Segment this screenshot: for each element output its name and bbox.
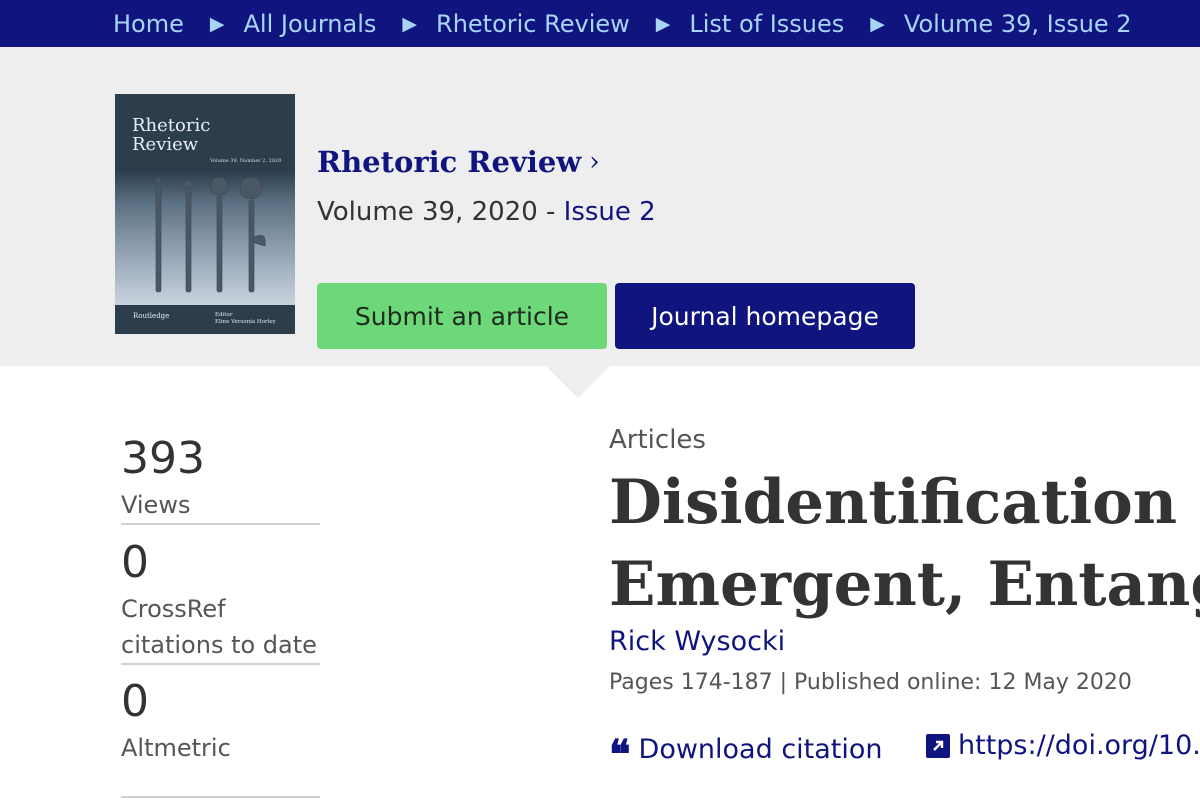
submit-article-button[interactable]: Submit an article (317, 283, 607, 349)
journal-title-link[interactable]: Rhetoric Review › (317, 145, 600, 179)
chevron-right-icon: › (589, 147, 600, 177)
metric-crossref: 0 CrossRef citations to date (121, 541, 320, 663)
metric-label: CrossRef citations to date (121, 595, 317, 659)
external-link-icon (926, 733, 950, 758)
breadcrumb-list-of-issues[interactable]: List of Issues (689, 10, 844, 38)
metric-value: 0 (121, 676, 149, 727)
publication-info: Pages 174-187 | Published online: 12 May… (609, 670, 1132, 695)
breadcrumb-home[interactable]: Home (113, 10, 184, 38)
cover-editor: Editor Eline Versonia Horley (215, 312, 276, 325)
metric-value: 0 (121, 537, 149, 588)
breadcrumb-separator-icon: ▶ (209, 12, 225, 35)
breadcrumb-separator-icon: ▶ (870, 12, 885, 35)
breadcrumb-separator-icon: ▶ (655, 12, 671, 35)
breadcrumb-current-issue[interactable]: Volume 39, Issue 2 (904, 10, 1132, 38)
metric-value: 393 (121, 433, 205, 484)
article-title: Disidentification a Emergent, Entangl (609, 467, 1200, 620)
breadcrumb-separator-icon: ▶ (402, 12, 418, 35)
breadcrumb-journal[interactable]: Rhetoric Review (436, 10, 630, 38)
author-link[interactable]: Rick Wysocki (609, 626, 785, 657)
breadcrumb: Home ▶ All Journals ▶ Rhetoric Review ▶ … (0, 0, 1200, 47)
cover-artwork (153, 178, 266, 293)
journal-header: Rhetoric Review Volume 39, Number 2, 202… (0, 47, 1200, 366)
metric-label: Altmetric (121, 734, 231, 762)
journal-homepage-button[interactable]: Journal homepage (615, 283, 915, 349)
doi-link[interactable]: https://doi.org/10.1 (926, 730, 1200, 761)
breadcrumb-all-journals[interactable]: All Journals (244, 10, 377, 38)
download-citation-link[interactable]: ❝ Download citation (609, 730, 883, 778)
issue-link[interactable]: Issue 2 (564, 197, 656, 227)
divider (121, 523, 320, 525)
metric-altmetric[interactable]: 0 Altmetric (121, 680, 320, 766)
divider (121, 796, 320, 798)
volume-text: Volume 39, 2020 - (317, 197, 564, 227)
quote-icon: ❝ (609, 731, 631, 778)
cover-publisher: Routledge (133, 312, 170, 320)
metric-views: 393 Views (121, 437, 320, 523)
cover-volume: Volume 39, Number 2, 2020 (210, 158, 282, 164)
journal-cover-image[interactable]: Rhetoric Review Volume 39, Number 2, 202… (115, 94, 295, 334)
metric-label: Views (121, 491, 191, 519)
header-pointer-arrow (546, 366, 610, 398)
divider (121, 663, 320, 665)
article-section-label: Articles (609, 425, 706, 455)
volume-line: Volume 39, 2020 - Issue 2 (317, 197, 656, 227)
cover-title: Rhetoric Review (132, 115, 211, 155)
